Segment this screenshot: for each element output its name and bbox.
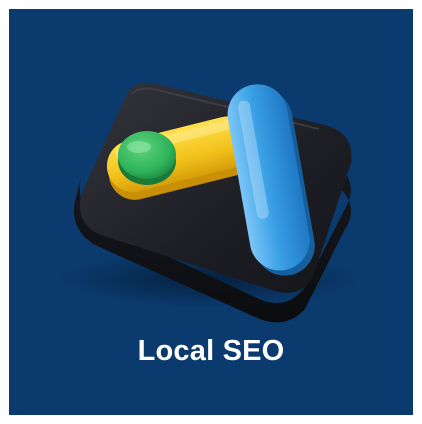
google-ads-logo-3d-icon — [59, 82, 359, 323]
green-dot — [118, 131, 176, 185]
local-seo-card[interactable]: Local SEO — [9, 9, 413, 415]
card-title: Local SEO — [137, 335, 285, 367]
